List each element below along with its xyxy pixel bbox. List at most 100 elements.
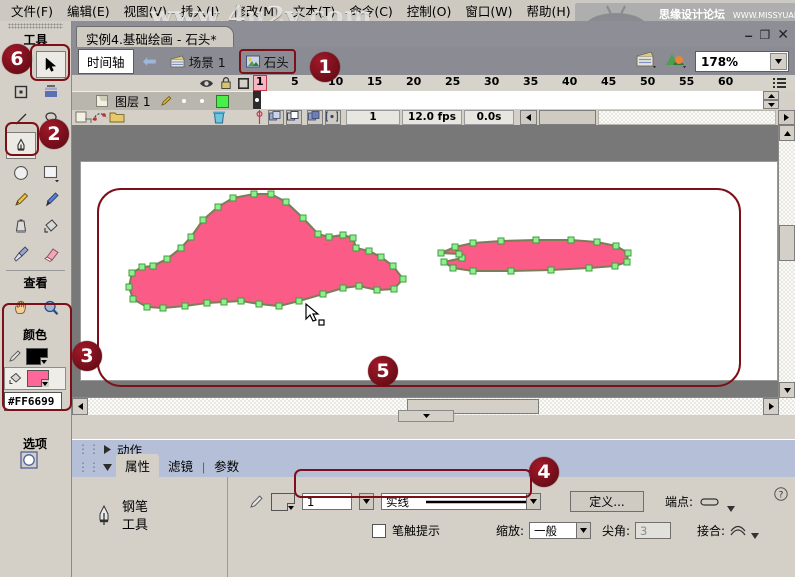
edit-scene-icon[interactable] xyxy=(636,51,656,68)
stage-scroll-right[interactable] xyxy=(763,398,779,415)
tool-free-transform[interactable] xyxy=(36,78,66,105)
outline-icon[interactable] xyxy=(238,77,249,89)
tool-paint-bucket[interactable] xyxy=(36,213,66,240)
new-layer-icon[interactable] xyxy=(75,110,92,124)
tool-eraser[interactable] xyxy=(36,240,66,267)
timeline-hscroll-right[interactable] xyxy=(778,109,795,125)
custom-stroke-button[interactable]: 定义... xyxy=(570,491,644,512)
frames-scroll-up[interactable] xyxy=(763,91,779,100)
zoom-dropdown-button[interactable] xyxy=(770,53,787,70)
tools-panel-grip[interactable] xyxy=(8,23,63,29)
timeline-hscroll-thumb[interactable] xyxy=(539,109,596,125)
fill-color-swatch[interactable] xyxy=(27,370,49,387)
properties-grip[interactable]: ⋮⋮ xyxy=(77,460,100,474)
document-tab[interactable]: 实例4.基础绘画 - 石头* xyxy=(76,26,234,47)
tool-subselection[interactable] xyxy=(6,78,36,105)
zoom-select[interactable]: 178% xyxy=(695,51,789,72)
frames-scroll-buttons[interactable] xyxy=(763,91,779,109)
timeline-hscroll-track[interactable] xyxy=(598,109,776,125)
tool-ink-bottle[interactable] xyxy=(6,213,36,240)
fill-color-row[interactable] xyxy=(4,367,66,390)
edit-multiple-frames-button[interactable] xyxy=(307,109,323,125)
breadcrumb-scene[interactable]: 场景 1 xyxy=(165,51,231,72)
delete-layer-icon[interactable] xyxy=(212,110,226,124)
hex-value-field[interactable]: #FF6699 xyxy=(4,392,62,411)
tool-hand[interactable] xyxy=(6,294,36,321)
layer-visible-dot[interactable] xyxy=(182,99,187,103)
close-icon[interactable]: ✕ xyxy=(777,26,789,43)
triangle-down-icon[interactable] xyxy=(103,463,112,472)
join-dropdown-icon[interactable] xyxy=(751,533,760,539)
option-smooth-button[interactable] xyxy=(20,451,38,472)
layer-outline-color[interactable] xyxy=(216,94,230,108)
stroke-color-button[interactable] xyxy=(271,492,295,511)
stage-canvas[interactable] xyxy=(80,161,778,381)
cap-round-icon[interactable] xyxy=(700,496,720,508)
stage-artwork[interactable] xyxy=(81,162,777,380)
tab-properties[interactable]: 属性 xyxy=(116,454,160,477)
cap-dropdown-icon[interactable] xyxy=(727,506,736,512)
tool-line[interactable] xyxy=(6,105,36,132)
stage-scroll-down[interactable] xyxy=(779,382,795,398)
stroke-hinting-checkbox[interactable] xyxy=(372,523,386,538)
rock-large[interactable] xyxy=(125,190,407,312)
actions-grip[interactable]: ⋮⋮ xyxy=(77,442,100,456)
center-frame-icon[interactable] xyxy=(253,110,266,124)
tool-pencil[interactable] xyxy=(6,186,36,213)
timeline-panel-label[interactable]: 时间轴 xyxy=(78,48,134,74)
stage-scroll-left[interactable] xyxy=(72,398,88,415)
menu-edit[interactable]: 编辑(E) xyxy=(60,0,117,22)
menu-file[interactable]: 文件(F) xyxy=(4,0,60,22)
tool-eyedropper[interactable] xyxy=(6,240,36,267)
tool-zoom[interactable] xyxy=(36,294,66,321)
tool-selection[interactable] xyxy=(35,51,66,78)
back-arrow-icon[interactable]: ⬅ xyxy=(143,53,157,70)
stage-vscrollbar[interactable] xyxy=(778,125,795,415)
tab-parameters[interactable]: 参数 xyxy=(205,454,248,477)
minimize-icon[interactable]: – xyxy=(745,27,753,43)
panel-collapse-handle[interactable] xyxy=(398,410,454,422)
new-motion-guide-icon[interactable] xyxy=(92,110,109,124)
stage-scroll-up[interactable] xyxy=(779,125,795,141)
join-round-icon[interactable] xyxy=(730,524,746,537)
scale-dropdown[interactable] xyxy=(576,522,592,539)
breadcrumb-symbol[interactable]: 石头 xyxy=(238,48,296,74)
new-folder-icon[interactable] xyxy=(109,110,126,124)
menu-text[interactable]: 文本(T) xyxy=(286,0,342,22)
stroke-style-dropdown[interactable] xyxy=(526,493,541,510)
frames-strip[interactable] xyxy=(253,91,763,109)
triangle-right-icon[interactable] xyxy=(103,444,112,454)
modify-onion-markers-button[interactable] xyxy=(325,109,341,125)
layer-pencil-icon[interactable] xyxy=(160,95,172,107)
eye-icon[interactable] xyxy=(199,78,214,89)
fps-field[interactable]: 12.0 fps xyxy=(402,109,462,125)
restore-icon[interactable]: ❐ xyxy=(760,28,771,42)
tool-brush[interactable] xyxy=(36,186,66,213)
stroke-height-field[interactable]: 1 xyxy=(302,493,352,510)
current-frame-field[interactable]: 1 xyxy=(346,109,400,125)
menu-insert[interactable]: 插入(I) xyxy=(174,0,226,22)
onion-skin-outlines-button[interactable] xyxy=(286,109,302,125)
menu-commands[interactable]: 命令(C) xyxy=(342,0,399,22)
layer-row[interactable]: 图层 1 xyxy=(72,91,253,110)
stroke-height-dropdown[interactable] xyxy=(359,493,374,510)
tool-pen[interactable] xyxy=(5,132,36,159)
tool-rectangle[interactable] xyxy=(36,159,66,186)
menu-view[interactable]: 视图(V) xyxy=(117,0,174,22)
layer-lock-dot[interactable] xyxy=(200,99,205,103)
stroke-color-swatch[interactable] xyxy=(26,348,48,365)
timeline-hscroll-left[interactable] xyxy=(520,109,537,125)
onion-skin-button[interactable] xyxy=(268,109,284,125)
help-button[interactable]: ? xyxy=(774,487,788,504)
frames-scroll-down[interactable] xyxy=(763,100,779,109)
tool-oval[interactable] xyxy=(6,159,36,186)
stroke-color-row[interactable] xyxy=(4,346,66,367)
timeline-options-menu[interactable] xyxy=(763,75,795,91)
menu-help[interactable]: 帮助(H) xyxy=(520,0,578,22)
rock-small[interactable] xyxy=(437,236,632,275)
menu-modify[interactable]: 修改(M) xyxy=(226,0,286,22)
menu-window[interactable]: 窗口(W) xyxy=(458,0,519,22)
scale-select[interactable]: 一般 xyxy=(529,522,592,539)
stage-vscroll-thumb[interactable] xyxy=(779,225,795,261)
menu-control[interactable]: 控制(O) xyxy=(400,0,459,22)
